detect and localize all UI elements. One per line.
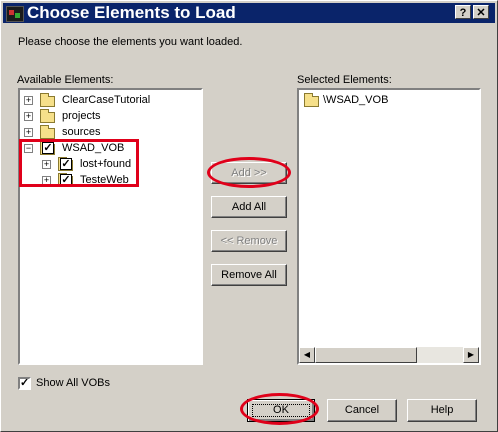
expand-icon[interactable]: + bbox=[24, 128, 33, 137]
expand-icon[interactable]: + bbox=[24, 112, 33, 121]
instructions-text: Please choose the elements you want load… bbox=[18, 36, 243, 48]
scroll-left-icon[interactable]: ◀ bbox=[299, 347, 315, 363]
selected-elements-label: Selected Elements: bbox=[297, 74, 392, 86]
available-elements-tree[interactable]: + ClearCaseTutorial + projects + sources… bbox=[18, 88, 203, 365]
app-icon bbox=[6, 6, 24, 22]
selected-elements-list[interactable]: \WSAD_VOB ◀ ▶ bbox=[297, 88, 481, 365]
horizontal-scrollbar[interactable]: ◀ ▶ bbox=[299, 347, 479, 363]
help-button[interactable]: Help bbox=[407, 399, 477, 422]
ok-button-annotation bbox=[240, 393, 319, 425]
window-title: Choose Elements to Load bbox=[27, 3, 236, 22]
title-bar[interactable]: Choose Elements to Load ? ✕ bbox=[3, 3, 495, 23]
scroll-right-icon[interactable]: ▶ bbox=[463, 347, 479, 363]
expand-icon[interactable]: + bbox=[24, 96, 33, 105]
folder-icon bbox=[304, 93, 319, 107]
folder-icon bbox=[40, 109, 55, 123]
remove-button[interactable]: << Remove bbox=[211, 230, 287, 252]
tree-item-label: projects bbox=[62, 110, 101, 122]
folder-icon bbox=[40, 93, 55, 107]
choose-elements-dialog: Choose Elements to Load ? ✕ Please choos… bbox=[0, 0, 498, 432]
highlight-annotation bbox=[19, 139, 139, 187]
close-button[interactable]: ✕ bbox=[473, 5, 489, 19]
show-all-vobs-label: Show All VOBs bbox=[36, 377, 110, 389]
tree-item-label: sources bbox=[62, 126, 101, 138]
show-all-vobs-checkbox[interactable]: ✓ bbox=[18, 377, 31, 390]
add-all-button[interactable]: Add All bbox=[211, 196, 287, 218]
add-button-annotation bbox=[207, 157, 291, 188]
cancel-button[interactable]: Cancel bbox=[327, 399, 397, 422]
help-title-button[interactable]: ? bbox=[455, 5, 471, 19]
scrollbar-thumb[interactable] bbox=[315, 347, 417, 363]
list-item-label: \WSAD_VOB bbox=[323, 94, 389, 106]
tree-item-label: ClearCaseTutorial bbox=[62, 94, 151, 106]
folder-icon bbox=[40, 125, 55, 139]
remove-all-button[interactable]: Remove All bbox=[211, 264, 287, 286]
available-elements-label: Available Elements: bbox=[17, 74, 114, 86]
